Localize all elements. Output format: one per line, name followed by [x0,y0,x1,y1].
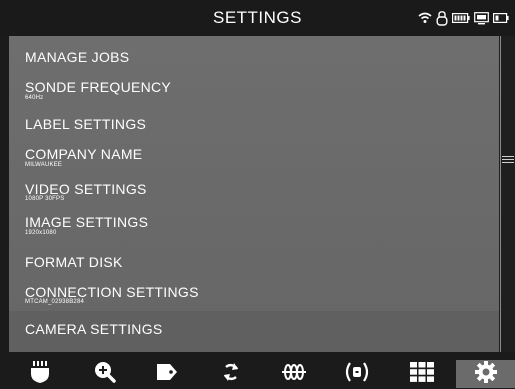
scrollbar-handle[interactable] [501,152,515,166]
lock-icon [436,10,448,26]
sonde-icon [281,362,307,387]
zoom-in-icon [94,361,116,388]
menu-item-label: LABEL SETTINGS [25,116,147,132]
rotate-icon [221,361,241,388]
menu-item-sonde-frequency[interactable]: SONDE FREQUENCY 640Hz [9,70,499,104]
battery-full-icon [452,13,470,23]
tag-icon [156,363,178,386]
menu-item-value: MILWAUKEE [25,162,63,168]
top-bar: SETTINGS [0,0,515,36]
camera-head-icon [29,360,51,389]
menu-item-label: SONDE FREQUENCY [25,79,172,95]
settings-list: MANAGE JOBS SONDE FREQUENCY 640Hz LABEL … [9,36,499,352]
menu-item-camera-settings[interactable]: CAMERA SETTINGS [9,311,499,352]
menu-item-label: VIDEO SETTINGS [25,181,147,197]
menu-item-label: CAMERA SETTINGS [25,321,163,337]
wifi-icon [418,12,432,24]
menu-item-company-name[interactable]: COMPANY NAME MILWAUKEE [9,138,499,173]
menu-item-value: MTCAM_02938B284 [25,299,85,305]
scrollbar-rail [500,36,501,352]
menu-item-label: COMPANY NAME [25,146,143,162]
zoom-in-button[interactable] [79,360,131,388]
tag-button[interactable] [141,360,193,388]
menu-item-value: 1920x1080 [25,230,57,236]
menu-item-connection-settings[interactable]: CONNECTION SETTINGS MTCAM_02938B284 [9,277,499,311]
menu-item-label: MANAGE JOBS [25,49,130,65]
battery-icon [493,13,509,23]
transmitter-icon [343,361,371,388]
menu-item-label: IMAGE SETTINGS [25,214,149,230]
menu-item-manage-jobs[interactable]: MANAGE JOBS [9,36,499,70]
settings-gear-icon [474,360,497,388]
menu-item-label: CONNECTION SETTINGS [25,284,199,300]
menu-item-label: FORMAT DISK [25,254,123,270]
monitor-icon [474,11,489,25]
scrollbar-track[interactable] [499,36,515,352]
menu-item-video-settings[interactable]: VIDEO SETTINGS 1080P 30FPS [9,173,499,207]
menu-item-image-settings[interactable]: IMAGE SETTINGS 1920x1080 [9,207,499,242]
menu-item-label-settings[interactable]: LABEL SETTINGS [9,104,499,138]
sonde-button[interactable] [268,360,320,388]
rotate-button[interactable] [205,360,257,388]
grid-icon [410,361,434,387]
grid-button[interactable] [396,360,448,388]
camera-head-button[interactable] [14,360,66,388]
transmitter-button[interactable] [331,360,383,388]
status-icons [418,10,509,26]
settings-button[interactable] [456,360,515,388]
menu-item-value: 640Hz [25,95,44,101]
menu-item-format-disk[interactable]: FORMAT DISK [9,242,499,277]
menu-item-value: 1080P 30FPS [25,196,65,202]
